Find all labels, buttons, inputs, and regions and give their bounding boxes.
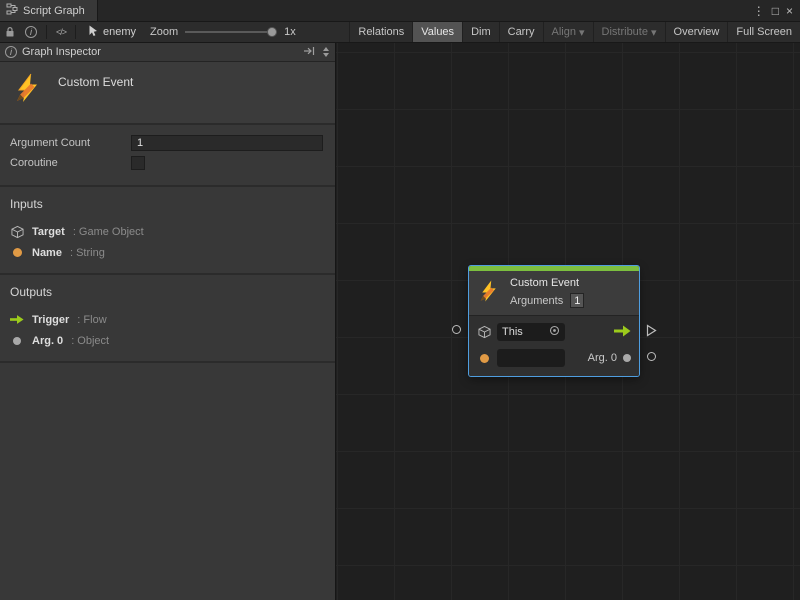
argument-count-input[interactable] xyxy=(131,135,323,151)
toolbar-divider2 xyxy=(75,25,76,39)
output-value-port[interactable] xyxy=(647,352,656,361)
coroutine-checkbox[interactable] xyxy=(131,156,145,170)
graph-canvas[interactable]: Custom Event Arguments 1 This xyxy=(336,43,800,600)
zoom-slider-handle[interactable] xyxy=(267,27,277,37)
event-name-input[interactable] xyxy=(497,349,565,367)
relations-button[interactable]: Relations xyxy=(349,22,412,42)
toolbar-buttons: Relations Values Dim Carry Align▾ Distri… xyxy=(349,22,800,42)
graph-toolbar: i </> enemy Zoom 1x Relations Values Dim… xyxy=(0,22,800,43)
tab-label: Script Graph xyxy=(23,5,85,17)
inspector-empty-space xyxy=(0,363,335,600)
distribute-button[interactable]: Distribute▾ xyxy=(593,22,665,42)
lock-icon[interactable] xyxy=(0,22,20,42)
inputs-section: Inputs Target : Game Object Name : Strin… xyxy=(0,187,335,275)
object-port-icon xyxy=(13,337,21,345)
custom-event-node[interactable]: Custom Event Arguments 1 This xyxy=(469,266,639,376)
close-icon[interactable]: × xyxy=(786,5,793,17)
custom-event-icon xyxy=(477,279,501,306)
flow-arrow-icon xyxy=(10,314,24,325)
list-item-name: Name : String xyxy=(10,242,325,263)
script-graph-icon xyxy=(6,3,18,18)
graph-name: enemy xyxy=(103,26,136,38)
inspector-title: Graph Inspector xyxy=(22,46,298,58)
content-area: i Graph Inspector Custom Event xyxy=(0,43,800,600)
flow-arrow-icon xyxy=(614,325,631,340)
arg0-port-icon[interactable] xyxy=(623,354,631,362)
object-picker-icon[interactable] xyxy=(549,325,560,339)
cube-icon xyxy=(10,225,24,239)
node-header[interactable]: Custom Event Arguments 1 xyxy=(469,271,639,315)
graph-inspector-panel: i Graph Inspector Custom Event xyxy=(0,43,336,600)
target-row: This xyxy=(477,322,631,342)
zoom-value: 1x xyxy=(284,26,296,38)
coroutine-label: Coroutine xyxy=(10,157,131,169)
inspector-stepper[interactable] xyxy=(320,47,332,57)
string-port-icon xyxy=(13,248,22,257)
values-button[interactable]: Values xyxy=(412,22,462,42)
script-graph-window: Script Graph ⋮ □ × i </> enemy Zoom xyxy=(0,0,800,600)
code-glyph: </> xyxy=(56,27,66,37)
arguments-label: Arguments xyxy=(510,295,563,307)
chevron-down-icon: ▾ xyxy=(651,26,657,39)
cursor-icon xyxy=(88,25,98,40)
zoom-slider[interactable] xyxy=(185,27,277,37)
tab-script-graph[interactable]: Script Graph xyxy=(0,0,98,21)
coroutine-row: Coroutine xyxy=(10,153,323,173)
inputs-heading: Inputs xyxy=(10,197,325,211)
arguments-count-field[interactable]: 1 xyxy=(570,293,584,308)
node-title: Custom Event xyxy=(510,277,584,289)
code-icon[interactable]: </> xyxy=(51,22,71,42)
name-port-icon[interactable] xyxy=(480,354,489,363)
argument-count-row: Argument Count xyxy=(10,133,323,153)
zoom-slider-track xyxy=(185,31,277,33)
argument-count-label: Argument Count xyxy=(10,137,131,149)
info-glyph: i xyxy=(30,28,32,37)
zoom-control: Zoom 1x xyxy=(144,26,302,38)
toolbar-divider xyxy=(46,25,47,39)
outputs-heading: Outputs xyxy=(10,285,325,299)
menu-icon[interactable]: ⋮ xyxy=(753,5,765,17)
list-item-target: Target : Game Object xyxy=(10,221,325,242)
arg0-row: Arg. 0 xyxy=(477,348,631,368)
info-icon[interactable]: i xyxy=(20,22,42,42)
titlebar: Script Graph ⋮ □ × xyxy=(0,0,800,22)
cube-icon xyxy=(477,325,491,339)
event-title: Custom Event xyxy=(58,72,133,89)
list-item-trigger: Trigger : Flow xyxy=(10,309,325,330)
chevron-down-icon: ▾ xyxy=(579,26,585,39)
dock-icon[interactable] xyxy=(303,46,315,59)
info-icon: i xyxy=(5,46,17,58)
arg0-label: Arg. 0 xyxy=(588,352,617,364)
list-item-arg0: Arg. 0 : Object xyxy=(10,330,325,351)
maximize-icon[interactable]: □ xyxy=(772,5,779,17)
window-controls: ⋮ □ × xyxy=(753,5,800,17)
align-button[interactable]: Align▾ xyxy=(543,22,593,42)
node-body: This Arg. 0 xyxy=(469,315,639,376)
zoom-label: Zoom xyxy=(150,26,178,38)
custom-event-icon xyxy=(12,72,44,107)
outputs-section: Outputs Trigger : Flow Arg. 0 : Object xyxy=(0,275,335,363)
dim-button[interactable]: Dim xyxy=(462,22,499,42)
event-header: Custom Event xyxy=(0,62,335,125)
event-settings: Argument Count Coroutine xyxy=(0,125,335,187)
output-flow-port[interactable] xyxy=(646,324,657,340)
inspector-header: i Graph Inspector xyxy=(0,43,335,62)
target-dropdown[interactable]: This xyxy=(497,323,565,341)
graph-breadcrumb[interactable]: enemy xyxy=(80,25,144,40)
carry-button[interactable]: Carry xyxy=(499,22,543,42)
input-flow-port[interactable] xyxy=(452,325,461,334)
overview-button[interactable]: Overview xyxy=(665,22,728,42)
full-screen-button[interactable]: Full Screen xyxy=(727,22,800,42)
